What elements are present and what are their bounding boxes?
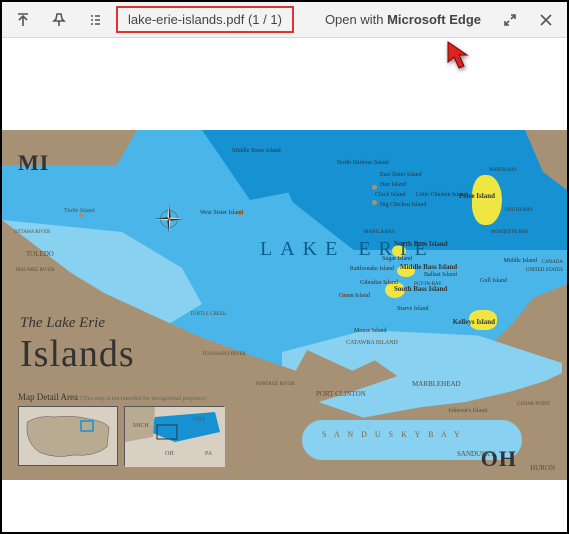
preview-toolbar: lake-erie-islands.pdf (1 / 1) Open with … bbox=[2, 2, 567, 38]
document-preview-area: MI OH LAKE ERIE The Lake Erie Islands Ma… bbox=[2, 38, 567, 532]
label-huron: HURON bbox=[530, 464, 555, 472]
label-usa: UNITED STATES bbox=[526, 268, 563, 273]
label-sandusky: SANDUSKY bbox=[457, 450, 495, 458]
page-indicator: (1 / 1) bbox=[248, 12, 282, 27]
label-north-bay: NORTH BAY bbox=[489, 168, 513, 173]
inset-map-usa bbox=[18, 406, 118, 466]
label-putinbay: PUT-IN-BAY bbox=[414, 282, 442, 287]
detail-area-label: Map Detail Area (This map is not intende… bbox=[18, 392, 206, 402]
label-green: Green Island bbox=[339, 293, 370, 299]
label-turtle: Turtle Island bbox=[64, 208, 95, 214]
svg-text:PA: PA bbox=[205, 451, 213, 457]
state-label-mi: MI bbox=[18, 150, 49, 176]
pin-button[interactable] bbox=[42, 4, 76, 36]
label-gibraltar: Gibraltar Island bbox=[360, 280, 398, 286]
map-image: MI OH LAKE ERIE The Lake Erie Islands Ma… bbox=[2, 130, 567, 480]
label-middle-sister: Middle Sister Island bbox=[232, 148, 281, 154]
label-hen: Hen Island bbox=[380, 182, 406, 188]
label-north-bass: North Bass Island bbox=[394, 240, 448, 248]
inset-map-region: MICH ONT OH PA bbox=[124, 406, 224, 466]
annotation-cursor-arrow bbox=[444, 40, 478, 83]
label-gull: Gull Island bbox=[480, 278, 507, 284]
svg-text:MICH: MICH bbox=[133, 423, 149, 429]
close-button[interactable] bbox=[529, 4, 563, 36]
label-marblehead: MARBLEHEAD bbox=[412, 380, 461, 388]
label-south-bay: SOUTH BAY bbox=[505, 208, 529, 213]
label-toussaint: TOUSSAINT RIVER bbox=[202, 352, 246, 357]
filename-text: lake-erie-islands.pdf bbox=[128, 12, 244, 27]
compass-rose-icon bbox=[152, 202, 186, 236]
label-starve: Starve Island bbox=[397, 306, 429, 312]
label-turtle-ck: TURTLE CREEK bbox=[190, 312, 218, 317]
label-mosquito-bay: MOSQUITO BAY bbox=[491, 230, 521, 235]
label-east-sister: East Sister Island bbox=[380, 172, 422, 178]
label-portage: PORTAGE RIVER bbox=[256, 382, 295, 387]
open-with-button[interactable]: Open with Microsoft Edge bbox=[315, 12, 491, 27]
label-chick: Chick Island bbox=[375, 192, 406, 198]
map-title-line1: The Lake Erie bbox=[20, 315, 135, 332]
label-port-clinton: PORT CLINTON bbox=[316, 390, 366, 398]
open-with-prefix: Open with bbox=[325, 12, 387, 27]
label-ballast: Ballast Island bbox=[424, 272, 457, 278]
label-canada: CANADA bbox=[542, 260, 563, 265]
label-pelee: Pelee Island bbox=[459, 192, 495, 200]
label-sugar: Sugar Island bbox=[382, 256, 412, 262]
sandusky-bay-label: S A N D U S K Y B A Y bbox=[322, 430, 463, 439]
label-kelleys: Kelleys Island bbox=[453, 318, 495, 326]
label-ottawa-r: OTTAWA RIVER bbox=[14, 230, 42, 235]
label-big-chicken: Big Chicken Island bbox=[380, 202, 426, 208]
label-cedar-pt: CEDAR POINT bbox=[517, 402, 543, 407]
outline-button[interactable] bbox=[78, 4, 112, 36]
svg-text:ONT: ONT bbox=[193, 417, 206, 423]
open-with-app: Microsoft Edge bbox=[387, 12, 481, 27]
label-manila-bay: MANILA BAY bbox=[364, 230, 388, 235]
label-catawba: CATAWBA ISLAND bbox=[346, 340, 391, 346]
label-maumee-r: MAUMEE RIVER bbox=[16, 268, 46, 273]
map-title-line2: Islands bbox=[20, 332, 135, 376]
label-johnsons: Johnson's Island bbox=[448, 408, 487, 414]
document-title: lake-erie-islands.pdf (1 / 1) bbox=[116, 6, 294, 33]
expand-button[interactable] bbox=[493, 4, 527, 36]
label-north-harbour: North Harbour Island bbox=[337, 160, 389, 166]
label-middle-bass: Middle Bass Island bbox=[400, 263, 457, 271]
svg-text:OH: OH bbox=[165, 451, 174, 457]
label-rattlesnake: Rattlesnake Island bbox=[348, 266, 394, 272]
label-toledo: TOLEDO bbox=[26, 250, 54, 258]
map-title: The Lake Erie Islands bbox=[20, 315, 135, 376]
send-to-top-button[interactable] bbox=[6, 4, 40, 36]
label-middle-east: Middle Island bbox=[504, 258, 538, 264]
label-mouse: Mouse Island bbox=[354, 328, 387, 334]
label-west-sister: West Sister Island bbox=[200, 210, 243, 216]
